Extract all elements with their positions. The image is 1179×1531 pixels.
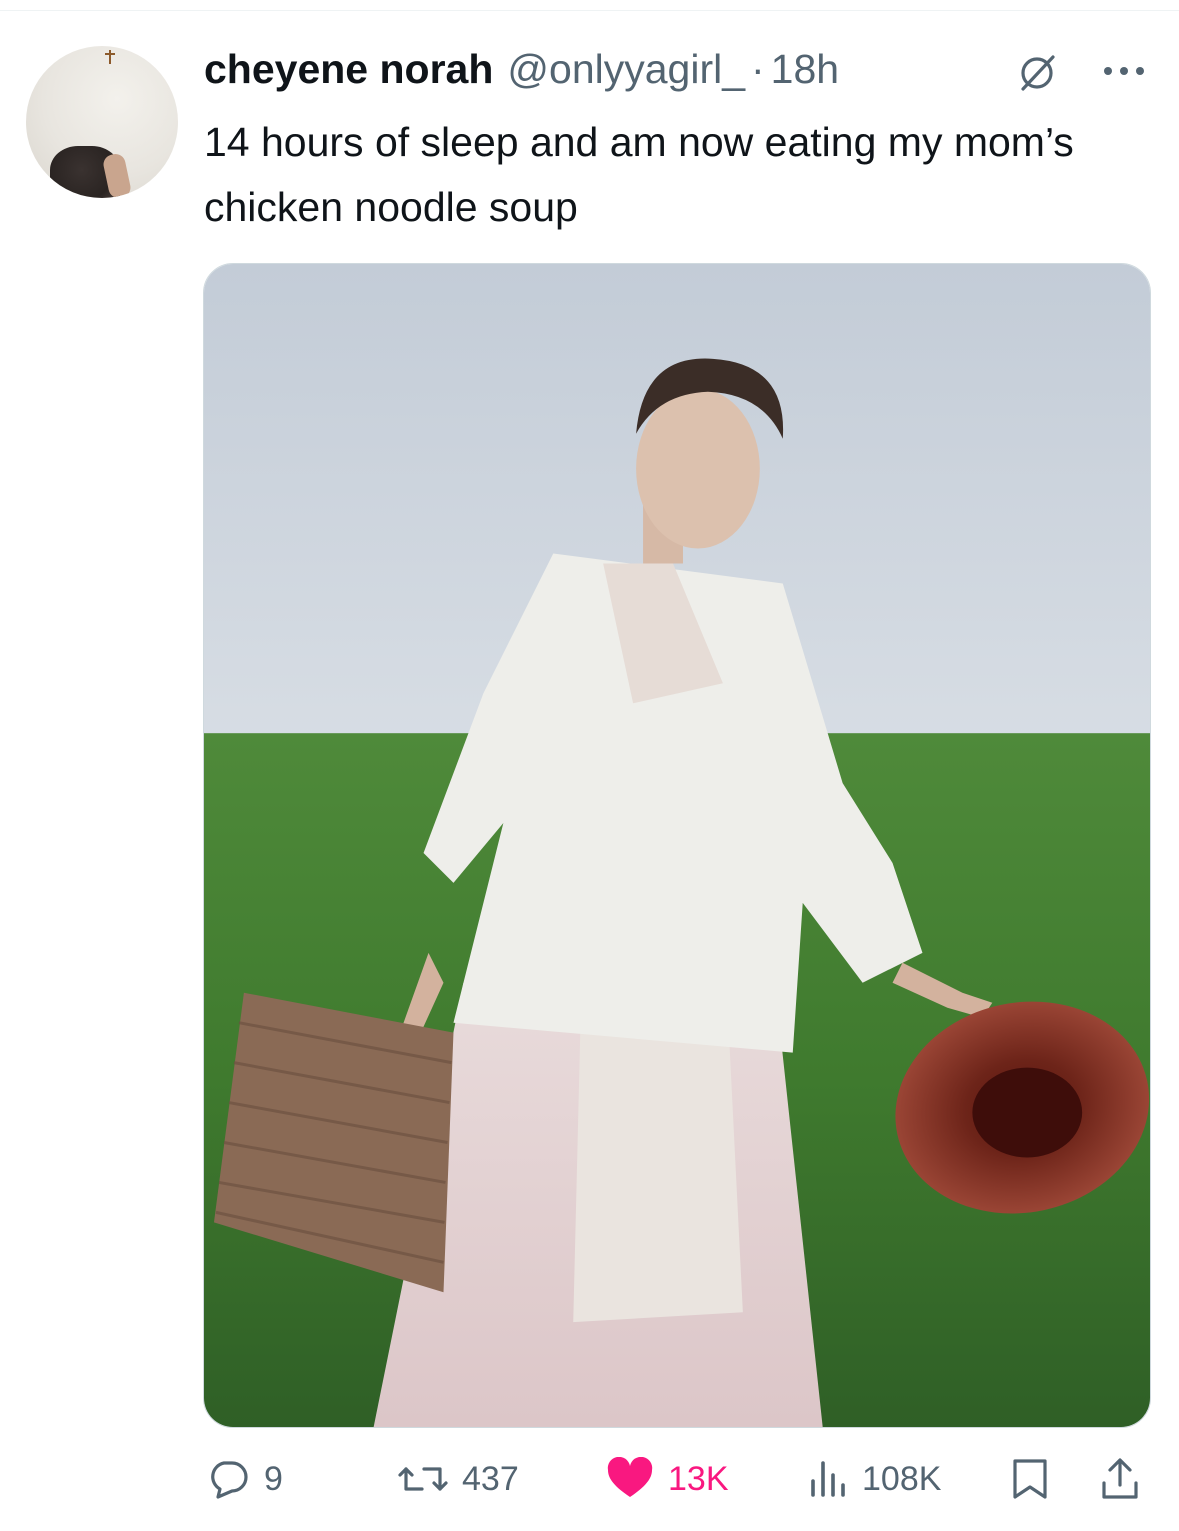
user-handle[interactable]: @onlyyagirl_	[507, 46, 745, 93]
tweet-photo[interactable]	[203, 263, 1151, 1428]
reply-icon	[206, 1457, 250, 1501]
repost-count: 437	[462, 1459, 519, 1498]
repost-button[interactable]: 437	[398, 1454, 519, 1504]
heart-icon	[606, 1457, 654, 1501]
tweet-header: cheyene norah @onlyyagirl_ · 18h	[204, 46, 839, 96]
more-icon[interactable]	[1098, 56, 1150, 86]
display-name[interactable]: cheyene norah	[204, 46, 493, 93]
repost-icon	[398, 1457, 448, 1501]
reply-count: 9	[264, 1459, 283, 1498]
views-button[interactable]: 108K	[808, 1454, 941, 1504]
avatar[interactable]	[26, 46, 178, 198]
share-button[interactable]	[1100, 1454, 1140, 1504]
reply-button[interactable]: 9	[206, 1454, 283, 1504]
like-button[interactable]: 13K	[606, 1454, 729, 1504]
views-count: 108K	[862, 1459, 942, 1498]
timestamp[interactable]: 18h	[771, 46, 839, 93]
tweet-text: 14 hours of sleep and am now eating my m…	[204, 119, 1074, 230]
bookmark-icon	[1010, 1457, 1050, 1501]
action-bar: 9 437 13K 108K	[0, 1446, 1179, 1516]
top-divider	[0, 10, 1179, 11]
bookmark-button[interactable]	[1010, 1454, 1050, 1504]
views-icon	[808, 1457, 848, 1501]
separator-dot: ·	[751, 46, 765, 92]
like-count: 13K	[668, 1459, 729, 1498]
share-icon	[1100, 1457, 1140, 1501]
grok-icon[interactable]	[1016, 52, 1058, 94]
cross-icon	[105, 50, 115, 64]
